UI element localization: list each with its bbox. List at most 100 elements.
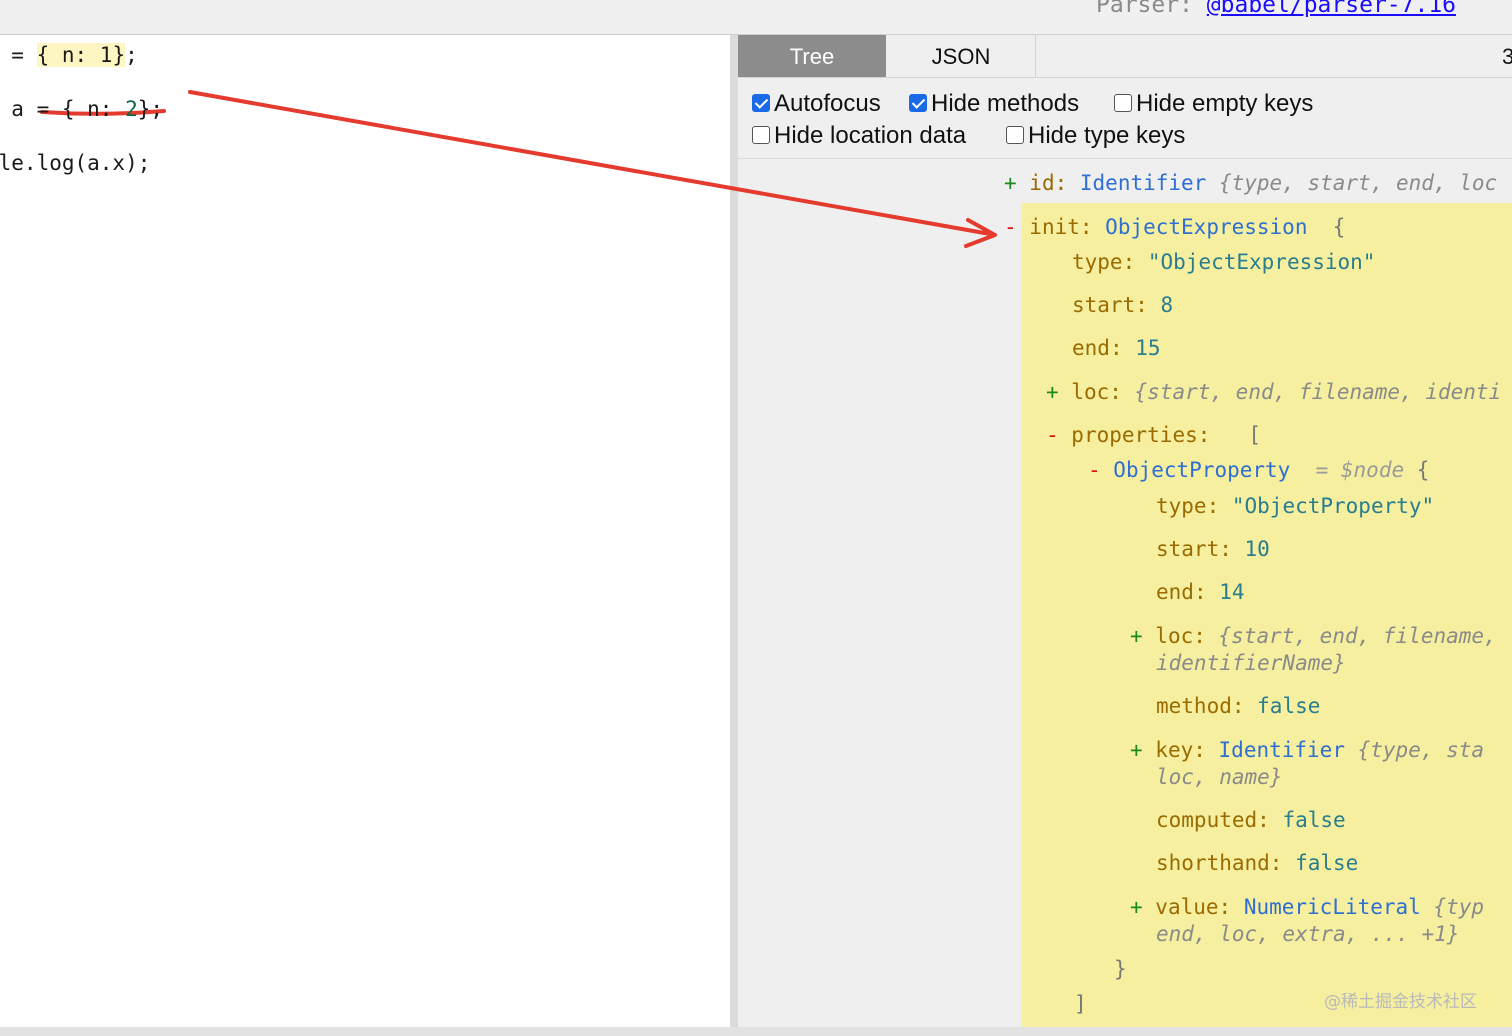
code-token: = — [0, 43, 37, 67]
tree-key: id — [1029, 171, 1055, 195]
tree-row-p-value-cont: end, loc, extra, ... +1} — [1156, 921, 1459, 947]
tree-key: loc — [1155, 624, 1194, 648]
code-token: ; — [125, 43, 138, 67]
tree-type: NumericLiteral — [1243, 895, 1421, 919]
hide-type-keys-checkbox[interactable] — [1006, 126, 1024, 144]
tree-summary: {typ — [1433, 895, 1485, 919]
autofocus-option[interactable]: Autofocus — [752, 90, 881, 118]
tree-key: computed — [1156, 808, 1258, 832]
tree-row-p-value[interactable]: + value: NumericLiteral {typ — [1130, 894, 1484, 920]
hide-methods-label: Hide methods — [931, 90, 1080, 117]
tab-json[interactable]: JSON — [887, 35, 1036, 77]
autofocus-checkbox[interactable] — [752, 94, 770, 112]
tree-row-init[interactable]: - init: ObjectExpression { — [1004, 214, 1345, 240]
tree-row-properties-close: ] — [1074, 991, 1087, 1017]
parser-prefix: Parser: — [1096, 0, 1207, 18]
tree-value: 14 — [1219, 580, 1245, 604]
hide-location-data-label: Hide location data — [774, 122, 967, 149]
expand-icon[interactable]: + — [1130, 895, 1155, 919]
tree-key: start — [1072, 293, 1136, 317]
tree-value: false — [1282, 808, 1346, 832]
tree-key: end — [1072, 336, 1110, 360]
tree-row-object-property[interactable]: - ObjectProperty = $node { — [1088, 457, 1429, 483]
tree-type: ObjectProperty — [1113, 458, 1291, 482]
tree-brace: { — [1416, 458, 1430, 482]
expand-icon[interactable]: + — [1046, 380, 1071, 404]
autofocus-label: Autofocus — [774, 90, 881, 117]
output-panel: Tree JSON 3 Autofocus Hide methods Hide … — [738, 35, 1512, 1027]
hide-methods-checkbox[interactable] — [909, 94, 927, 112]
tree-key: loc — [1071, 380, 1110, 404]
expand-icon[interactable]: + — [1130, 738, 1155, 762]
tree-row-loc[interactable]: + loc: {start, end, filename, identi — [1046, 379, 1501, 405]
parser-info: Parser: @babel/parser-7.16 — [1096, 0, 1456, 18]
tree-summary: {type, sta — [1357, 738, 1485, 762]
tree-row-p-type: type: "ObjectProperty" — [1156, 494, 1435, 518]
tree-key: start — [1156, 537, 1220, 561]
collapse-icon[interactable]: - — [1004, 215, 1029, 239]
tree-type: Identifier — [1079, 171, 1207, 195]
tree-key: key — [1155, 738, 1194, 762]
tree-value: 8 — [1160, 293, 1174, 317]
tree-key: method — [1156, 694, 1232, 718]
hide-empty-keys-checkbox[interactable] — [1114, 94, 1132, 112]
tree-row-properties[interactable]: - properties: [ — [1046, 422, 1261, 448]
hide-empty-keys-option[interactable]: Hide empty keys — [1114, 90, 1313, 118]
bottom-scrollbar[interactable] — [0, 1027, 1512, 1036]
tab-tree[interactable]: Tree — [738, 35, 886, 77]
code-token: { n: 1} — [36, 43, 126, 67]
pane-splitter[interactable] — [730, 35, 738, 1027]
tree-type: ObjectExpression — [1105, 215, 1308, 239]
code-token: = a = { n: — [11, 97, 113, 121]
code-editor[interactable]: a = { n: 1}; = a = { n: 2}; ole.log(a.x)… — [0, 35, 730, 1027]
code-highlight: { n: 1} — [36, 43, 126, 67]
tree-row-p-loc[interactable]: + loc: {start, end, filename, — [1130, 623, 1497, 649]
parser-link[interactable]: @babel/parser-7.16 — [1207, 0, 1456, 18]
tree-key: properties — [1071, 423, 1198, 447]
code-line-3: ole.log(a.x); — [0, 151, 151, 175]
tree-value: "ObjectProperty" — [1231, 494, 1435, 518]
hide-type-keys-option[interactable]: Hide type keys — [1006, 122, 1185, 150]
tree-key: value — [1155, 895, 1219, 919]
tab-extra[interactable]: 3 — [1502, 35, 1512, 77]
tree-row-p-computed: computed: false — [1156, 808, 1346, 832]
tree-summary: identifierName} — [1156, 651, 1346, 675]
hide-type-keys-label: Hide type keys — [1028, 122, 1186, 149]
hide-methods-option[interactable]: Hide methods — [909, 90, 1079, 118]
tree-row-id[interactable]: + id: Identifier {type, start, end, loc — [1004, 170, 1497, 196]
collapse-icon[interactable]: - — [1088, 458, 1113, 482]
tree-row-p-loc-cont: identifierName} — [1156, 650, 1346, 676]
tree-key: init — [1029, 215, 1080, 239]
tree-row-p-key[interactable]: + key: Identifier {type, sta — [1130, 737, 1484, 763]
tree-value: false — [1295, 851, 1359, 875]
code-token: }; — [137, 97, 164, 121]
code-line-1: a = { n: 1}; — [0, 43, 138, 67]
tree-key: shorthand — [1156, 851, 1270, 875]
hide-location-data-checkbox[interactable] — [752, 126, 770, 144]
tree-type: Identifier — [1218, 738, 1345, 762]
top-bar: Parser: @babel/parser-7.16 — [0, 0, 1512, 35]
expand-icon[interactable]: + — [1130, 624, 1155, 648]
tree-value: false — [1257, 694, 1321, 718]
tree-key: type — [1156, 494, 1207, 518]
tree-options: Autofocus Hide methods Hide empty keys H… — [738, 78, 1512, 159]
tree-row-start: start: 8 — [1072, 293, 1174, 317]
expand-icon[interactable]: + — [1004, 171, 1029, 195]
tree-value: "ObjectExpression" — [1147, 250, 1376, 274]
tree-value: 10 — [1244, 537, 1270, 561]
tree-summary: loc, name} — [1156, 765, 1283, 789]
tree-value: 15 — [1135, 336, 1161, 360]
view-tabs: Tree JSON 3 — [738, 35, 1512, 78]
tree-row-prop-close: } — [1114, 956, 1127, 982]
tree-summary: {type, start, end, loc — [1218, 171, 1498, 195]
tree-row-type: type: "ObjectExpression" — [1072, 250, 1376, 274]
tree-key: type — [1072, 250, 1123, 274]
code-number: 2 — [125, 97, 138, 121]
tree-node-ref: = $node — [1315, 458, 1405, 482]
tree-summary: {start, end, filename, — [1218, 624, 1497, 648]
hide-location-data-option[interactable]: Hide location data — [752, 122, 966, 150]
tree-row-p-start: start: 10 — [1156, 537, 1270, 561]
code-line-2: = a = { n: 2}; — [0, 97, 163, 121]
collapse-icon[interactable]: - — [1046, 423, 1071, 447]
tree-row-p-end: end: 14 — [1156, 580, 1245, 604]
